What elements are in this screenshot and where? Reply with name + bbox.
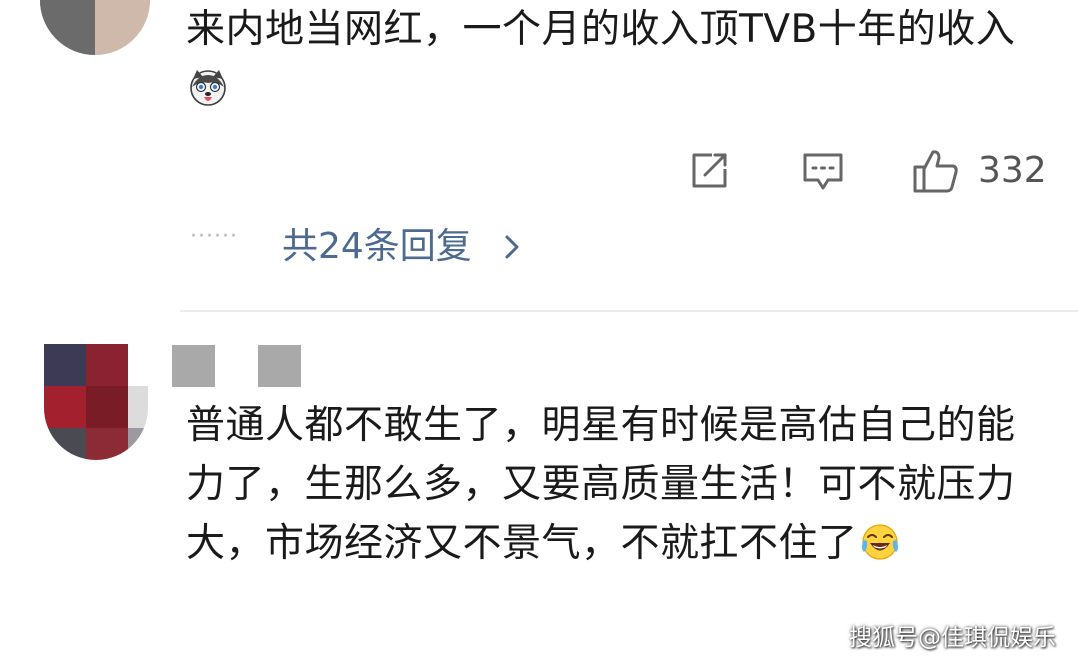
username-redacted[interactable] (172, 345, 215, 387)
share-icon[interactable] (688, 150, 730, 192)
like-count: 332 (978, 150, 1047, 191)
comment-text: 来内地当网红，一个月的收入顶TVB十年的收入 (186, 0, 1046, 118)
watermark: 搜狐号@佳琪侃娱乐 (849, 625, 1056, 651)
divider (180, 310, 1078, 312)
husky-dog-emoji-icon (190, 70, 226, 106)
view-replies-link[interactable]: 共24条回复 (282, 222, 472, 272)
laughing-crying-emoji-icon (861, 524, 898, 560)
comment-thread: 来内地当网红，一个月的收入顶TVB十年的收入 332 ······ 共24条回复… (0, 0, 1078, 658)
avatar[interactable] (44, 344, 148, 460)
thumbs-up-icon[interactable] (912, 148, 960, 194)
username-redacted[interactable] (258, 345, 301, 387)
comment-icon[interactable] (802, 152, 844, 192)
comment-text: 普通人都不敢生了，明星有时候是高估自己的能力了，生那么多，又要高质量生活！可不就… (186, 403, 1016, 566)
dots-separator: ······ (190, 224, 238, 249)
chevron-right-icon (505, 235, 519, 259)
avatar[interactable] (40, 0, 150, 55)
comment-actions: 332 (0, 148, 1078, 194)
